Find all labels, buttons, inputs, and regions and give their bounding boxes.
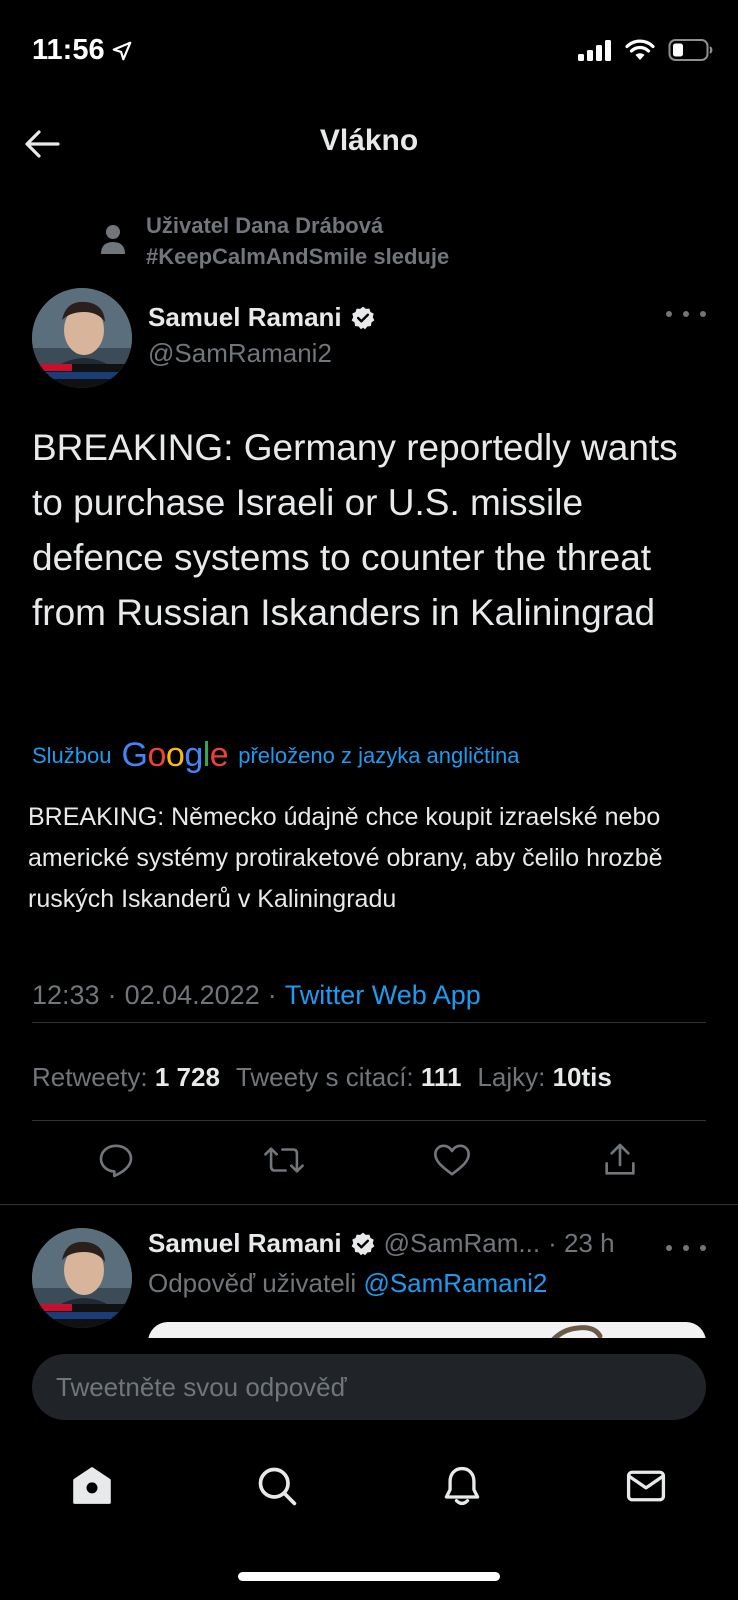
reply-header: Samuel Ramani @SamRam... · 23 h (148, 1228, 615, 1259)
person-icon (101, 225, 125, 254)
status-bar: 11:56 (0, 0, 738, 100)
page-title: Vlákno (319, 124, 419, 157)
divider (0, 1204, 738, 1205)
retweet-icon (264, 1147, 304, 1173)
quotes-count: 111 (420, 1062, 462, 1092)
thread-header: Vlákno (0, 100, 738, 186)
status-time: 11:56 (32, 34, 133, 67)
google-logo: Google (121, 736, 229, 774)
reply-media-preview[interactable] (148, 1322, 706, 1338)
retweets-label: Retweety: (32, 1062, 148, 1092)
share-icon (605, 1143, 635, 1175)
tweet-stats: Retweety: 1 728 Tweety s citací: 111 Laj… (32, 1062, 612, 1093)
avatar[interactable] (32, 1228, 132, 1328)
quotes-stat[interactable]: Tweety s citací: 111 (236, 1062, 461, 1093)
likes-label: Lajky: (477, 1062, 546, 1092)
meta-separator: · (267, 980, 277, 1010)
tab-home[interactable] (68, 1462, 116, 1510)
cellular-signal-icon (578, 40, 611, 61)
tweet-actions (0, 1118, 738, 1204)
more-dot-icon (700, 311, 706, 317)
more-dot-icon (666, 311, 672, 317)
divider (32, 1022, 706, 1023)
reply-icon (99, 1144, 133, 1178)
more-dot-icon (666, 1245, 672, 1251)
home-indicator (238, 1572, 500, 1581)
reply-time: · 23 h (548, 1228, 615, 1258)
more-dot-icon (683, 311, 689, 317)
battery-icon (668, 39, 713, 61)
tweet-time: 12:33 (32, 980, 100, 1010)
tab-notifications[interactable] (438, 1462, 486, 1510)
social-context-text: Uživatel Dana Drábová #KeepCalmAndSmile … (146, 210, 449, 272)
verified-badge-icon (351, 1232, 375, 1255)
likes-count: 10tis (552, 1062, 612, 1092)
quotes-label: Tweety s citací: (235, 1062, 414, 1092)
retweet-button[interactable] (262, 1138, 306, 1182)
retweets-stat[interactable]: Retweety: 1 728 (32, 1062, 220, 1093)
translation-prefix: Službou (32, 742, 112, 768)
share-button[interactable] (598, 1138, 642, 1182)
avatar[interactable] (32, 288, 132, 388)
heart-icon (434, 1144, 470, 1176)
avatar-image (32, 1228, 132, 1328)
tweet-text: BREAKING: Germany reportedly wants to pu… (32, 427, 678, 633)
author-name-wrap[interactable]: Samuel Ramani (148, 302, 376, 333)
reply-author-handle[interactable]: @SamRam... (384, 1228, 540, 1259)
reply-button[interactable] (94, 1138, 138, 1182)
status-icons (578, 38, 714, 62)
verified-badge-icon (351, 306, 375, 329)
tab-search[interactable] (253, 1462, 301, 1510)
social-context-line2: #KeepCalmAndSmile sleduje (146, 244, 450, 269)
tab-messages[interactable] (622, 1462, 670, 1510)
meta-separator: · (107, 980, 117, 1010)
more-options-button[interactable] (666, 304, 706, 324)
like-button[interactable] (430, 1138, 474, 1182)
translation-suffix: přeloženo z jazyka angličtina (238, 742, 520, 768)
likes-stat[interactable]: Lajky: 10tis (477, 1062, 611, 1093)
home-icon (73, 1467, 111, 1504)
reply-to-line: Odpověď uživateli @SamRamani2 (148, 1268, 547, 1299)
reply-tweet[interactable]: Samuel Ramani @SamRam... · 23 h Odpověď … (0, 1206, 738, 1338)
more-dot-icon (700, 1245, 706, 1251)
bell-icon (444, 1466, 480, 1506)
tweet-author: Samuel Ramani @SamRamani2 (32, 288, 706, 388)
wifi-icon (625, 39, 655, 60)
search-icon (258, 1467, 297, 1506)
source-app-link[interactable]: Twitter Web App (285, 980, 481, 1011)
reply-compose-input[interactable]: Tweetněte svou odpověď (32, 1354, 706, 1420)
translation-attribution[interactable]: Službou Google přeloženo z jazyka anglič… (32, 736, 520, 775)
reply-author-name[interactable]: Samuel Ramani (148, 1228, 342, 1259)
avatar-image (32, 288, 132, 388)
author-name: Samuel Ramani (148, 302, 342, 332)
translated-text: BREAKING: Německo údajně chce koupit izr… (28, 803, 663, 913)
tweet-date: 02.04.2022 (124, 980, 260, 1010)
social-context[interactable]: Uživatel Dana Drábová #KeepCalmAndSmile … (100, 210, 449, 272)
location-arrow-icon (112, 41, 131, 60)
media-image (551, 1325, 603, 1338)
reply-to-mention[interactable]: @SamRamani2 (363, 1268, 547, 1298)
social-context-line1: Uživatel Dana Drábová (146, 213, 384, 238)
reply-to-label: Odpověď uživateli (148, 1268, 357, 1298)
tweet-meta: 12:33 · 02.04.2022 · Twitter Web App (32, 980, 481, 1011)
compose-placeholder: Tweetněte svou odpověď (56, 1371, 347, 1402)
compose-bar: Tweetněte svou odpověď (0, 1338, 738, 1420)
retweets-count: 1 728 (154, 1062, 220, 1092)
author-handle[interactable]: @SamRamani2 (148, 338, 332, 369)
mail-icon (626, 1470, 666, 1502)
status-time-text: 11:56 (32, 34, 105, 66)
more-dot-icon (683, 1245, 689, 1251)
tab-bar (0, 1440, 738, 1530)
more-options-button[interactable] (666, 1238, 706, 1258)
